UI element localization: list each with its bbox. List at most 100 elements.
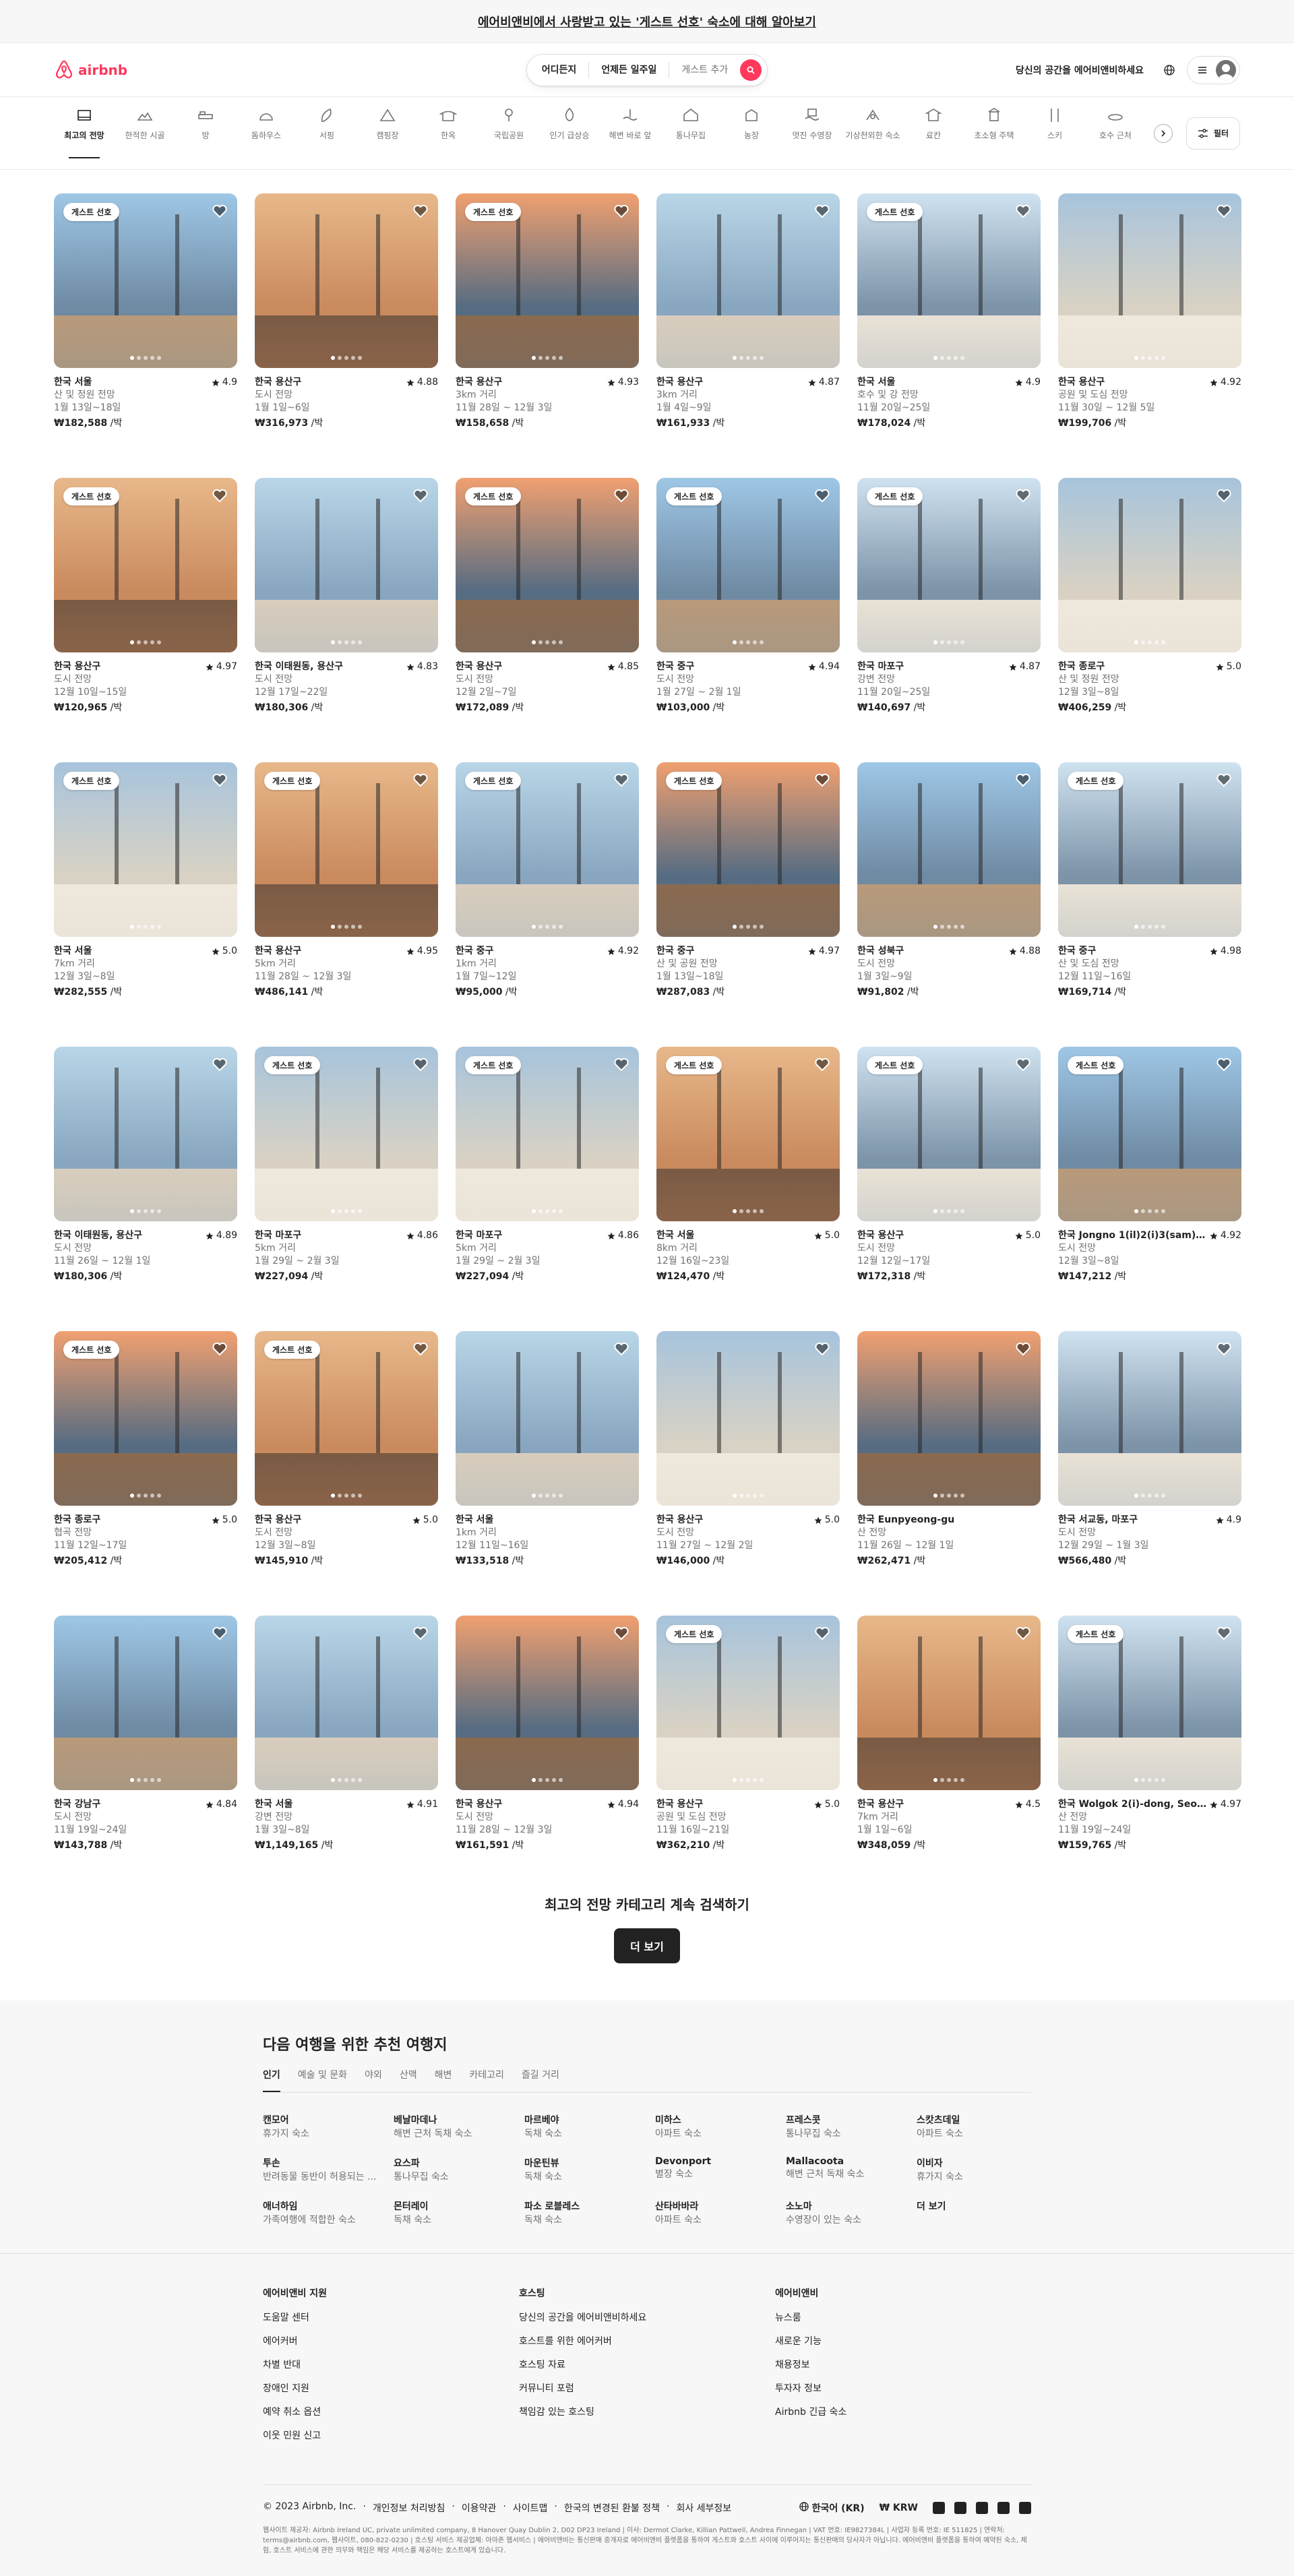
listing-card[interactable]: 한국 용산구 5.0 도시 전망 11월 27일 ~ 12월 2일 ₩146,000 /… [656,1331,840,1568]
listing-card[interactable]: 게스트 선호 한국 중구 4.98 산 및 도심 전망 12월 11일~16일 ₩169,… [1058,762,1241,999]
category-ryokan[interactable]: 료칸 [903,97,964,169]
search-button[interactable] [740,59,762,81]
listing-photo[interactable]: 게스트 선호 [54,193,237,368]
footer-link[interactable]: 채용정보 [775,2358,1031,2371]
heart-icon[interactable] [412,1056,429,1072]
listing-photo[interactable]: 게스트 선호 [1058,1047,1241,1221]
footer-link[interactable]: 장애인 지원 [263,2381,519,2395]
search-guests[interactable]: 게스트 추가 [669,62,740,78]
footer-link[interactable]: 이웃 민원 신고 [263,2428,519,2442]
heart-icon[interactable] [613,1056,629,1072]
show-more-button[interactable]: 더 보기 [614,1928,680,1963]
heart-icon[interactable] [212,1056,228,1072]
listing-card[interactable]: 한국 성북구 4.88 도시 전망 1월 3일~9일 ₩91,802 /박 [857,762,1041,999]
listing-photo[interactable]: 게스트 선호 [656,762,840,937]
footer-link[interactable]: 에어커버 [263,2334,519,2348]
heart-icon[interactable] [412,487,429,503]
category-ski[interactable]: 스키 [1024,97,1085,169]
listing-card[interactable]: 게스트 선호 한국 중구 4.97 산 및 공원 전망 1월 13일~18일 ₩287,0… [656,762,840,999]
language-selector[interactable]: 한국어 (KR) [799,2501,865,2515]
listing-card[interactable]: 한국 서울 4.91 강변 전망 1월 3일~8일 ₩1,149,165 /박 [255,1616,438,1852]
destination-link[interactable]: 미하스 아파트 숙소 [655,2113,770,2140]
listing-card[interactable]: 게스트 선호 한국 용산구 4.95 5km 거리 11월 28일 ~ 12월 3일 ₩4… [255,762,438,999]
category-park[interactable]: 국립공원 [479,97,539,169]
heart-icon[interactable] [212,1625,228,1641]
footer-link[interactable]: 커뮤니티 포럼 [519,2381,775,2395]
listing-card[interactable]: 게스트 선호 한국 용산구 5.0 도시 전망 12월 12일~17일 ₩172,318 … [857,1047,1041,1283]
listing-photo[interactable] [656,1331,840,1506]
listing-photo[interactable] [857,1331,1041,1506]
footer-link[interactable]: 새로운 기능 [775,2334,1031,2348]
heart-icon[interactable] [1216,1341,1232,1357]
listing-card[interactable]: 게스트 선호 한국 서울 5.0 7km 거리 12월 3일~8일 ₩282,555 /박 [54,762,237,999]
listing-photo[interactable] [1058,193,1241,368]
listing-photo[interactable] [1058,1331,1241,1506]
footer-bottom-link[interactable]: 한국의 변경된 환불 정책 [564,2501,660,2515]
listing-photo[interactable]: 게스트 선호 [656,1047,840,1221]
footer-link[interactable]: 뉴스룸 [775,2310,1031,2324]
listing-card[interactable]: 한국 용산구 4.88 도시 전망 1월 1일~6일 ₩316,973 /박 [255,193,438,430]
listing-card[interactable]: 한국 용산구 4.87 3km 거리 1월 4일~9일 ₩161,933 /박 [656,193,840,430]
search-where[interactable]: 어디든지 [542,61,590,78]
listing-card[interactable]: 게스트 선호 한국 용산구 5.0 도시 전망 12월 3일~8일 ₩145,910 /박 [255,1331,438,1568]
heart-icon[interactable] [412,1625,429,1641]
destination-link[interactable]: 소노마 수영장이 있는 숙소 [786,2199,900,2226]
inspiration-tab[interactable]: 산맥 [400,2068,417,2092]
footer-link[interactable]: Airbnb 긴급 숙소 [775,2405,1031,2418]
listing-card[interactable]: 게스트 선호 한국 중구 4.94 도시 전망 1월 27일 ~ 2월 1일 ₩103,0… [656,478,840,714]
heart-icon[interactable] [814,1625,830,1641]
destination-link[interactable]: 마운틴뷰 독채 숙소 [524,2156,639,2183]
user-menu-button[interactable] [1186,55,1240,84]
language-button[interactable] [1156,57,1183,84]
destination-link[interactable]: 산타바바라 아파트 숙소 [655,2199,770,2226]
heart-icon[interactable] [1216,487,1232,503]
listing-card[interactable]: 게스트 선호 한국 용산구 5.0 공원 및 도심 전망 11월 16일~21일 ₩362… [656,1616,840,1852]
footer-bottom-link[interactable]: 이용약관 [462,2501,497,2515]
twitter-icon[interactable] [954,2502,966,2514]
listing-photo[interactable]: 게스트 선호 [857,1047,1041,1221]
listing-photo[interactable]: 게스트 선호 [857,478,1041,652]
heart-icon[interactable] [613,1625,629,1641]
footer-link[interactable]: 당신의 공간을 에어비앤비하세요 [519,2310,775,2324]
inspiration-tab[interactable]: 인기 [263,2068,280,2092]
heart-icon[interactable] [814,772,830,788]
listing-photo[interactable]: 게스트 선호 [255,1047,438,1221]
listing-photo[interactable] [456,1331,639,1506]
listing-card[interactable]: 게스트 선호 한국 서울 5.0 8km 거리 12월 16일~23일 ₩124,470 … [656,1047,840,1283]
destination-link[interactable]: 캔모어 휴가지 숙소 [263,2113,377,2140]
destination-link[interactable]: 이비자 휴가지 숙소 [917,2156,1031,2183]
heart-icon[interactable] [212,772,228,788]
listing-card[interactable]: 게스트 선호 한국 중구 4.92 1km 거리 1월 7일~12일 ₩95,000 /박 [456,762,639,999]
category-camping[interactable]: 캠핑장 [357,97,418,169]
category-tiny-home[interactable]: 초소형 주택 [964,97,1024,169]
heart-icon[interactable] [1216,1625,1232,1641]
destination-link[interactable]: 요스파 통나무집 숙소 [394,2156,508,2183]
listing-photo[interactable]: 게스트 선호 [54,762,237,937]
listing-card[interactable]: 게스트 선호 한국 마포구 4.86 5km 거리 1월 29일 ~ 2월 3일 ₩227… [456,1047,639,1283]
heart-icon[interactable] [1015,487,1031,503]
listing-card[interactable]: 게스트 선호 한국 서울 4.9 호수 및 강 전망 11월 20일~25일 ₩178,0… [857,193,1041,430]
listing-card[interactable]: 한국 이태원동, 용산구 4.83 도시 전망 12월 17일~22일 ₩180,306… [255,478,438,714]
destination-link[interactable]: 몬터레이 독채 숙소 [394,2199,508,2226]
search-bar[interactable]: 어디든지 언제든 일주일 게스트 추가 [526,53,768,86]
category-lake[interactable]: 호수 근처 [1085,97,1140,169]
show-more-destinations[interactable]: 더 보기 [917,2199,1031,2226]
listing-card[interactable]: 게스트 선호 한국 서울 4.9 산 및 정원 전망 1월 13일~18일 ₩182,58… [54,193,237,430]
listing-photo[interactable]: 게스트 선호 [1058,1616,1241,1790]
destination-link[interactable]: 베날마데나 해변 근처 독채 숙소 [394,2113,508,2140]
footer-bottom-link[interactable]: 사이트맵 [513,2501,548,2515]
heart-icon[interactable] [1216,772,1232,788]
destination-link[interactable]: 애너하임 가족여행에 적합한 숙소 [263,2199,377,2226]
listing-photo[interactable]: 게스트 선호 [456,193,639,368]
listing-photo[interactable]: 게스트 선호 [54,478,237,652]
category-view[interactable]: 최고의 전망 [54,97,115,169]
inspiration-tab[interactable]: 예술 및 문화 [298,2068,347,2092]
footer-bottom-link[interactable]: 개인정보 처리방침 [373,2501,445,2515]
heart-icon[interactable] [814,1056,830,1072]
footer-link[interactable]: 도움말 센터 [263,2310,519,2324]
filter-button[interactable]: 필터 [1185,117,1240,150]
destination-link[interactable]: 투손 반려동물 동반이 허용되는 ... [263,2156,377,2183]
listing-photo[interactable]: 게스트 선호 [255,1331,438,1506]
listing-card[interactable]: 게스트 선호 한국 Jongno 1(il)2(i)3(sam)4... 4.92 도… [1058,1047,1241,1283]
listing-card[interactable]: 한국 종로구 5.0 산 및 정원 전망 12월 3일~8일 ₩406,259 /박 [1058,478,1241,714]
